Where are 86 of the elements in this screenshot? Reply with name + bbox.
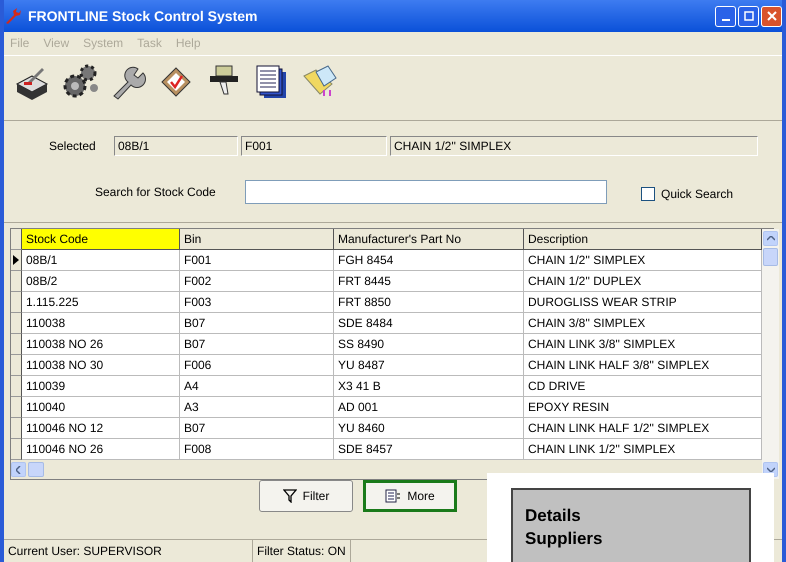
row-header[interactable] xyxy=(11,418,22,439)
minimize-icon xyxy=(722,19,730,21)
table-cell: 110046 NO 12 xyxy=(22,418,180,439)
table-cell: F008 xyxy=(180,439,334,460)
row-header[interactable] xyxy=(11,439,22,460)
row-header[interactable] xyxy=(11,271,22,292)
scroll-thumb[interactable] xyxy=(763,248,778,266)
close-icon xyxy=(766,11,776,21)
minimize-button[interactable] xyxy=(715,6,736,26)
table-cell: F003 xyxy=(180,292,334,313)
table-cell: 110046 NO 26 xyxy=(22,439,180,460)
wrench-icon xyxy=(4,7,22,25)
column-header[interactable]: Manufacturer's Part No xyxy=(334,229,524,250)
table-cell: B07 xyxy=(180,313,334,334)
table-cell: 08B/2 xyxy=(22,271,180,292)
table-cell: FRT 8850 xyxy=(334,292,524,313)
scroll-up-button[interactable] xyxy=(763,231,778,246)
table-cell: 110038 NO 26 xyxy=(22,334,180,355)
table-cell: AD 001 xyxy=(334,397,524,418)
table-cell: YU 8460 xyxy=(334,418,524,439)
column-header[interactable]: Description xyxy=(524,229,762,250)
status-text: Current User: SUPERVISOR xyxy=(4,540,253,562)
selected-field: 08B/1 xyxy=(114,136,238,156)
row-header[interactable] xyxy=(11,397,22,418)
table-cell: 110038 NO 30 xyxy=(22,355,180,376)
table-cell: 110039 xyxy=(22,376,180,397)
maximize-icon xyxy=(744,11,754,21)
row-header[interactable] xyxy=(11,376,22,397)
table-cell: FRT 8445 xyxy=(334,271,524,292)
table-cell: CHAIN 1/2'' DUPLEX xyxy=(524,271,762,292)
selected-label: Selected xyxy=(49,139,97,153)
table-cell: 08B/1 xyxy=(22,250,180,271)
row-pointer-icon xyxy=(13,255,19,265)
search-field[interactable] xyxy=(245,180,607,204)
table-cell: B07 xyxy=(180,418,334,439)
scroll-left-button[interactable] xyxy=(11,462,26,477)
column-header[interactable]: Stock Code xyxy=(22,229,180,250)
table-cell: YU 8487 xyxy=(334,355,524,376)
table-cell: X3 41 B xyxy=(334,376,524,397)
gears-icon[interactable] xyxy=(62,64,98,100)
menu-item[interactable]: Suppliers xyxy=(525,527,737,550)
close-button[interactable] xyxy=(761,6,782,26)
list-icon xyxy=(385,489,402,503)
table-cell: CHAIN LINK 1/2'' SIMPLEX xyxy=(524,439,762,460)
quick-search-checkbox[interactable]: Quick Search xyxy=(641,187,734,201)
table-cell: CHAIN 3/8'' SIMPLEX xyxy=(524,313,762,334)
selected-field: F001 xyxy=(241,136,387,156)
table-cell: 1.115.225 xyxy=(22,292,180,313)
funnel-icon xyxy=(282,489,297,503)
table-cell: A4 xyxy=(180,376,334,397)
table-cell: SS 8490 xyxy=(334,334,524,355)
table-cell: SDE 8457 xyxy=(334,439,524,460)
window-title: FRONTLINE Stock Control System xyxy=(28,8,258,24)
table-cell: DUROGLISS WEAR STRIP xyxy=(524,292,762,313)
row-header[interactable] xyxy=(11,355,22,376)
quick-search-label: Quick Search xyxy=(661,187,734,201)
table-cell: CHAIN LINK HALF 1/2'' SIMPLEX xyxy=(524,418,762,439)
table-cell: F001 xyxy=(180,250,334,271)
filter-button[interactable]: Filter xyxy=(259,480,353,512)
vertical-scrollbar[interactable] xyxy=(762,229,779,479)
row-header[interactable] xyxy=(11,334,22,355)
table-cell: CD DRIVE xyxy=(524,376,762,397)
row-header[interactable] xyxy=(11,292,22,313)
maximize-button[interactable] xyxy=(738,6,759,26)
table-cell: F006 xyxy=(180,355,334,376)
table-cell: CHAIN LINK HALF 3/8'' SIMPLEX xyxy=(524,355,762,376)
table-cell: SDE 8484 xyxy=(334,313,524,334)
selected-field: CHAIN 1/2'' SIMPLEX xyxy=(390,136,758,156)
row-header[interactable] xyxy=(11,313,22,334)
table-cell: 110040 xyxy=(22,397,180,418)
scroll-thumb[interactable] xyxy=(28,462,44,477)
search-label: Search for Stock Code xyxy=(95,185,217,199)
table-cell: B07 xyxy=(180,334,334,355)
menu-item[interactable]: Details xyxy=(525,504,737,527)
more-button[interactable]: More xyxy=(363,480,457,512)
table-cell: FGH 8454 xyxy=(334,250,524,271)
table-cell: CHAIN 1/2'' SIMPLEX xyxy=(524,250,762,271)
table-cell: CHAIN LINK 3/8'' SIMPLEX xyxy=(524,334,762,355)
table-cell: 110038 xyxy=(22,313,180,334)
table-cell: A3 xyxy=(180,397,334,418)
column-header[interactable]: Bin xyxy=(180,229,334,250)
status-text: Filter Status: ON xyxy=(253,540,351,562)
checkbox[interactable] xyxy=(641,187,655,201)
table-cell: F002 xyxy=(180,271,334,292)
table-cell: EPOXY RESIN xyxy=(524,397,762,418)
row-header[interactable] xyxy=(11,250,22,271)
